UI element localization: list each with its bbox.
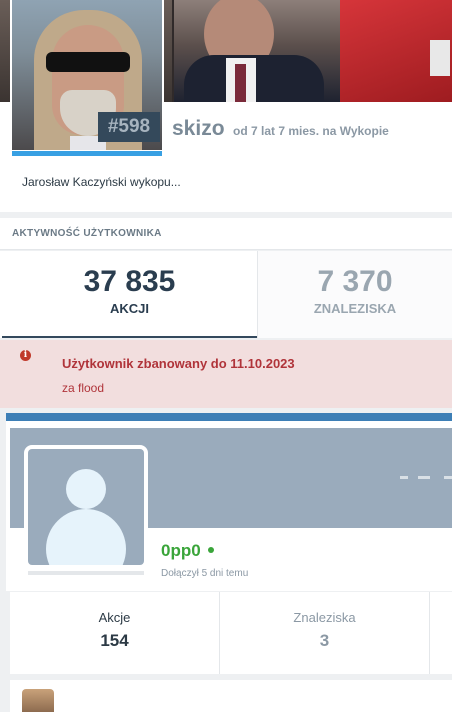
- avatar-color-bar: [12, 151, 162, 156]
- stat-label: Znaleziska: [293, 610, 356, 625]
- user-card-tab-found[interactable]: Znaleziska 3: [220, 592, 430, 674]
- found-label: ZNALEZISKA: [313, 301, 397, 316]
- stat-value: 3: [319, 631, 330, 650]
- profile-card: #598 skizo od 7 lat 7 mies. na Wykopie J…: [0, 0, 452, 212]
- avatar-head: [66, 469, 106, 509]
- ban-title: Użytkownik zbanowany do 11.10.2023: [62, 356, 295, 371]
- avatar-body: [46, 509, 126, 565]
- activity-stats: 37 835 AKCJI 7 370 ZNALEZISKA: [0, 251, 452, 338]
- actions-count: 37 835: [83, 265, 176, 298]
- cover-divider: [444, 476, 452, 479]
- actions-label: AKCJI: [109, 301, 149, 316]
- avatar-color-bar: [28, 571, 144, 575]
- info-icon: i: [20, 350, 31, 361]
- cover-photo-middle: [174, 0, 340, 102]
- next-entry: [10, 680, 452, 712]
- activity-header: AKTYWNOŚĆ UŻYTKOWNIKA: [0, 218, 452, 250]
- ban-notice: i Użytkownik zbanowany do 11.10.2023 za …: [0, 340, 452, 408]
- stat-value: 154: [100, 631, 129, 650]
- card-top-strip: [6, 413, 452, 421]
- activity-title: AKTYWNOŚĆ UŻYTKOWNIKA: [12, 228, 162, 239]
- user-card-tab-actions[interactable]: Akcje 154: [10, 592, 220, 674]
- cover-divider: [418, 476, 430, 479]
- username[interactable]: skizo: [172, 117, 225, 141]
- stat-label: Akcje: [98, 610, 131, 625]
- tab-actions[interactable]: 37 835 AKCJI: [2, 251, 257, 338]
- sunglasses-icon: [46, 52, 130, 72]
- member-since: od 7 lat 7 mies. na Wykopie: [233, 124, 389, 138]
- profile-about: Jarosław Kaczyński wykopu...: [22, 175, 181, 189]
- tab-found[interactable]: 7 370 ZNALEZISKA: [257, 251, 452, 338]
- cover-photo-right: [340, 0, 452, 102]
- user-card-tab-more[interactable]: [430, 592, 452, 674]
- default-avatar-icon[interactable]: [28, 449, 144, 565]
- user-card-joined: Dołączył 5 dni temu: [161, 568, 249, 579]
- found-count: 7 370: [317, 265, 393, 298]
- user-card-stats: Akcje 154 Znaleziska 3: [10, 592, 452, 674]
- entry-avatar[interactable]: [22, 689, 54, 712]
- cover-divider: [400, 476, 408, 479]
- ban-reason: za flood: [62, 381, 105, 395]
- cover-badge: [430, 40, 450, 76]
- cover-figure-tie: [235, 64, 246, 102]
- rank-badge: #598: [98, 112, 160, 142]
- online-status-dot: [208, 547, 214, 553]
- user-card-username[interactable]: 0pp0: [161, 541, 201, 561]
